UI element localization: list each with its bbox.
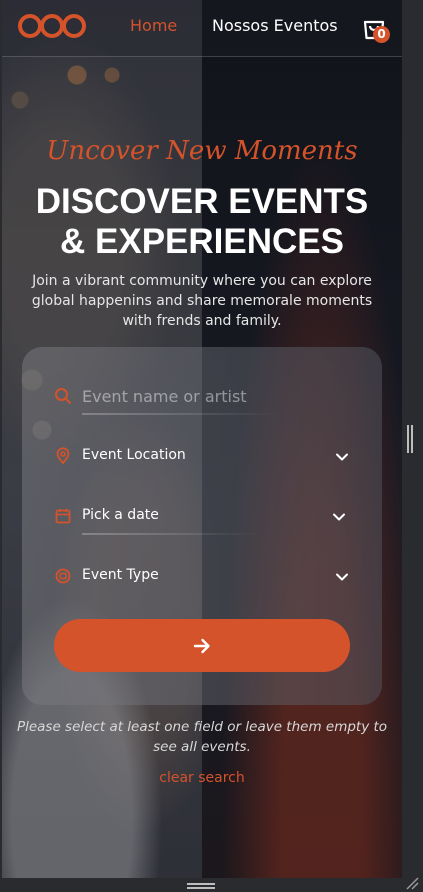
resize-handle-icon[interactable] bbox=[407, 425, 415, 453]
field-underline bbox=[82, 413, 282, 415]
event-name-input[interactable] bbox=[82, 381, 342, 411]
calendar-icon bbox=[55, 509, 71, 524]
chevron-down-icon bbox=[336, 453, 348, 461]
search-icon bbox=[55, 388, 71, 404]
chevron-down-icon bbox=[333, 513, 345, 521]
date-picker-label: Pick a date bbox=[82, 507, 159, 523]
tag-icon bbox=[55, 568, 71, 584]
cart-count-badge: 0 bbox=[373, 26, 390, 43]
arrow-right-icon bbox=[193, 638, 210, 654]
date-picker-field[interactable]: Pick a date bbox=[54, 497, 350, 537]
hero-subtitle: Join a vibrant community where you can e… bbox=[31, 273, 373, 329]
search-help-text: Please select at least one field or leav… bbox=[16, 719, 388, 755]
chevron-down-icon bbox=[336, 573, 348, 581]
event-type-select[interactable]: Event Type bbox=[54, 557, 350, 597]
event-location-label: Event Location bbox=[82, 447, 186, 463]
clear-search-link[interactable]: clear search bbox=[2, 770, 402, 786]
top-navbar: Home Nossos Eventos 0 bbox=[2, 0, 402, 57]
hero-tagline: Uncover New Moments bbox=[46, 136, 358, 166]
search-card: Event Location Pick a date Even bbox=[22, 347, 382, 705]
hero-title: DISCOVER EVENTS & EXPERIENCES bbox=[2, 182, 402, 262]
event-type-label: Event Type bbox=[82, 567, 159, 583]
nav-link-events[interactable]: Nossos Eventos bbox=[212, 16, 338, 35]
nav-link-home[interactable]: Home bbox=[130, 16, 177, 35]
brand-logo[interactable] bbox=[16, 10, 88, 42]
search-submit-button[interactable] bbox=[54, 619, 350, 672]
hero-title-line2: & EXPERIENCES bbox=[60, 222, 344, 261]
event-location-select[interactable]: Event Location bbox=[54, 437, 350, 477]
bottom-resize-handle-icon[interactable] bbox=[187, 883, 215, 892]
event-name-field[interactable] bbox=[54, 377, 350, 417]
hero-title-line1: DISCOVER EVENTS bbox=[35, 182, 369, 221]
resize-corner-icon[interactable] bbox=[405, 876, 419, 890]
page-viewport: Home Nossos Eventos 0 Uncover New Moment… bbox=[2, 0, 402, 878]
field-underline bbox=[82, 533, 262, 535]
location-pin-icon bbox=[56, 447, 70, 465]
